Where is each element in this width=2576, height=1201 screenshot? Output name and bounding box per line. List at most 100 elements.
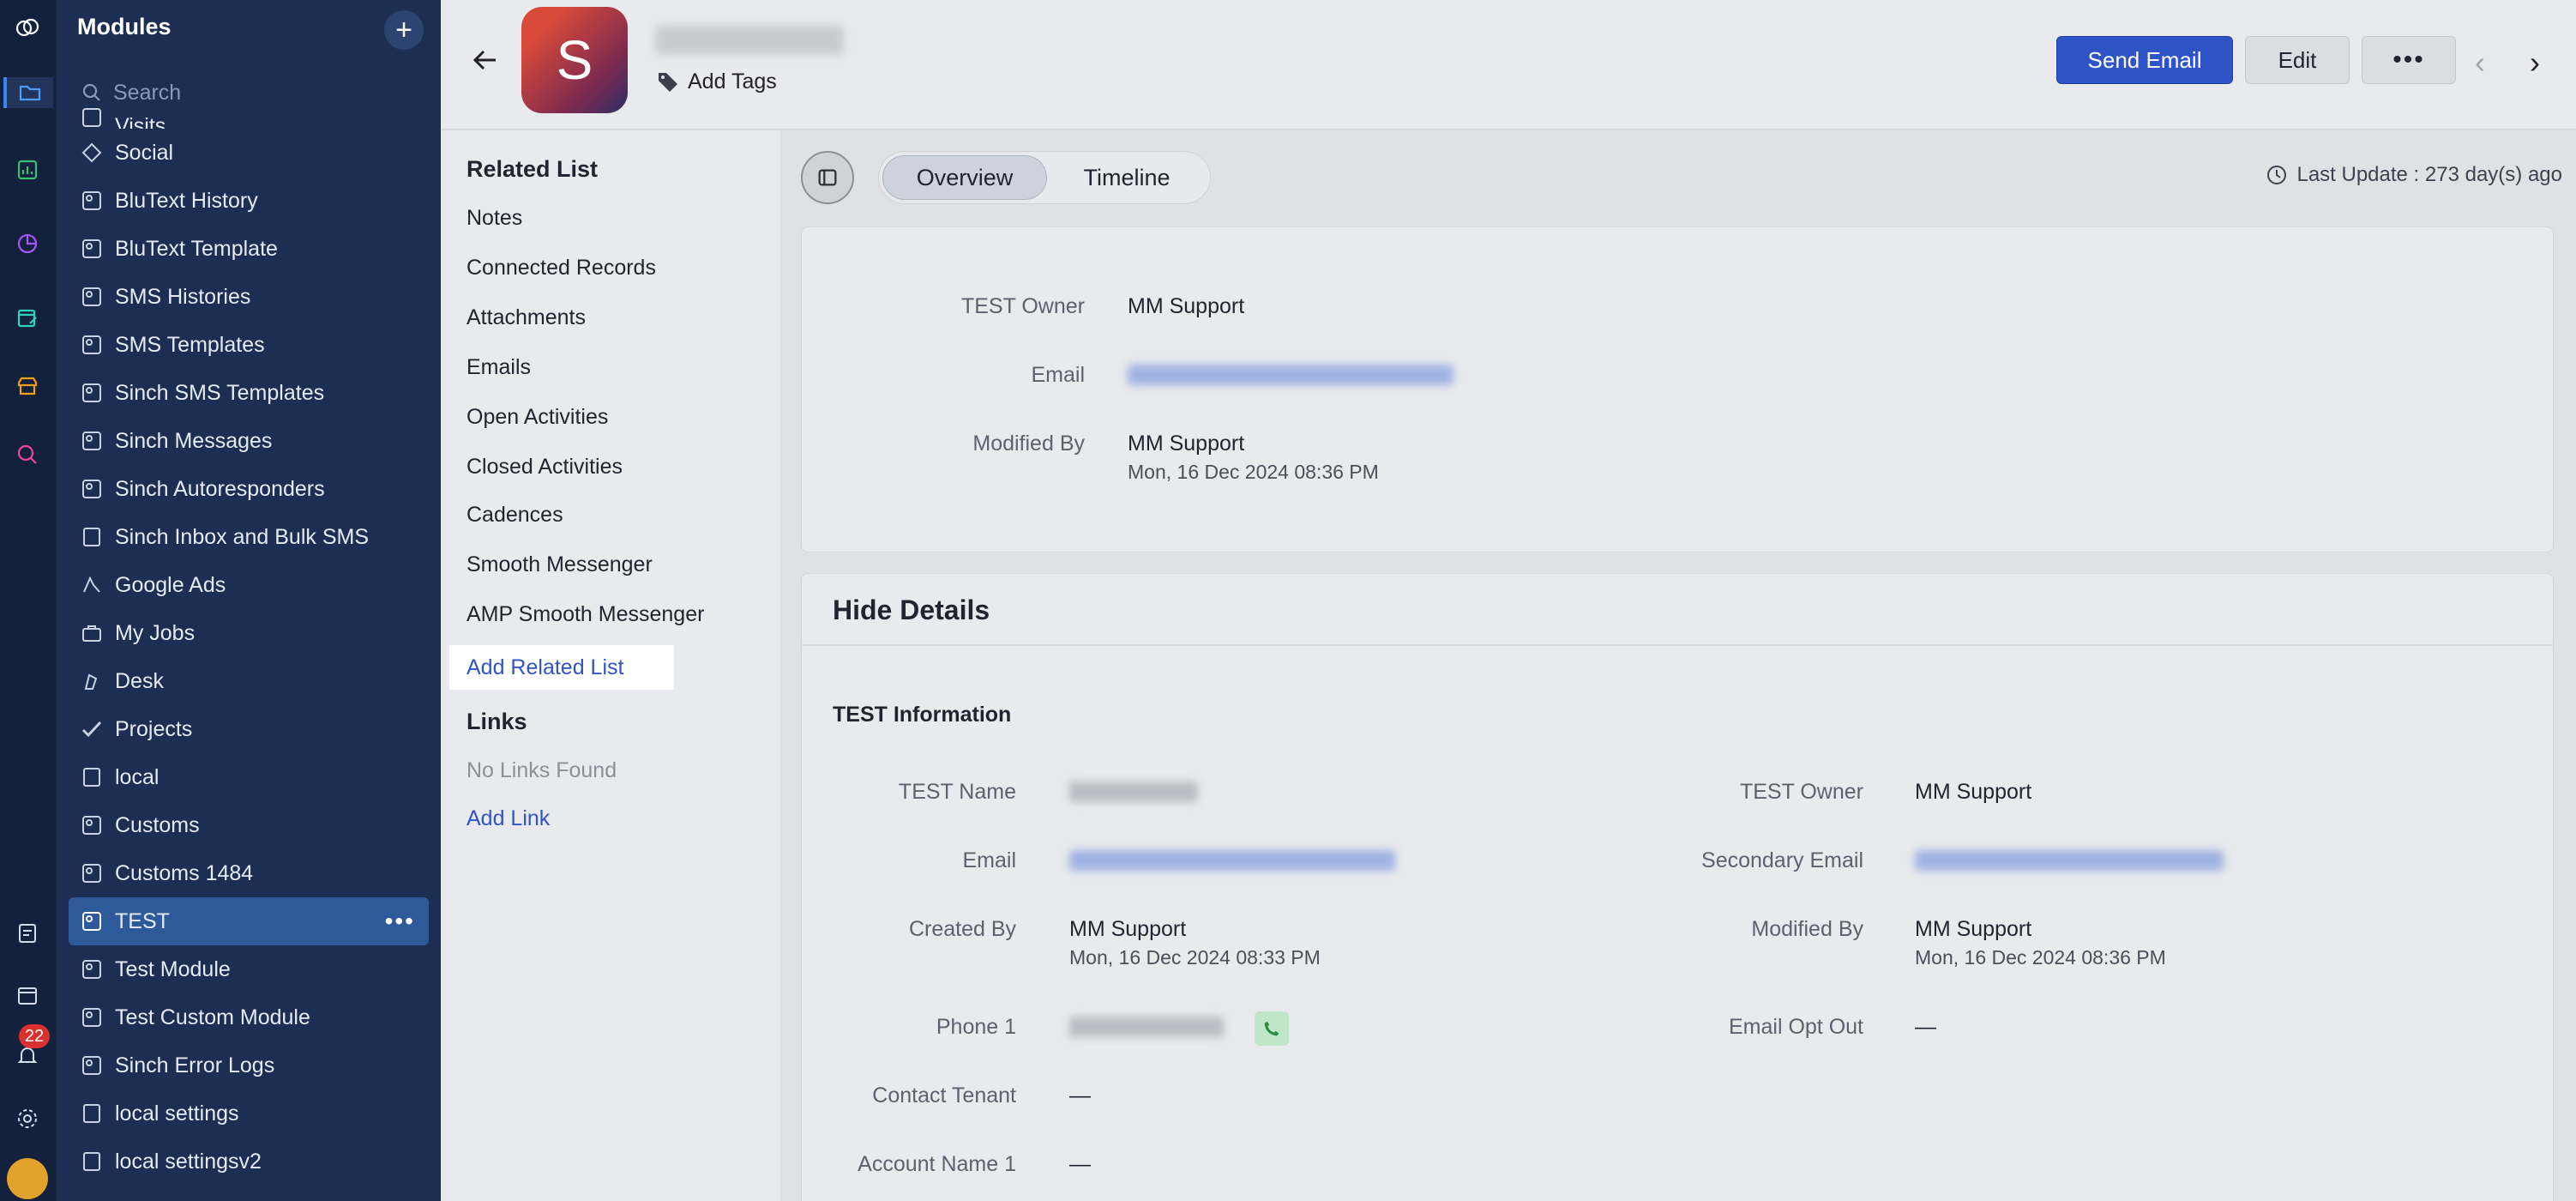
sidebar-item-label: Customs 1484 xyxy=(115,860,254,885)
add-link-link[interactable]: Add Link xyxy=(466,806,550,831)
related-item-open-activities[interactable]: Open Activities xyxy=(466,405,608,430)
created-by-value: MM Support xyxy=(1069,917,1187,941)
add-related-list-link[interactable]: Add Related List xyxy=(449,645,674,690)
settings-gear-icon[interactable] xyxy=(12,1103,43,1134)
sidebar-item-local-settings[interactable]: local settings xyxy=(69,1089,429,1138)
projects-check-icon xyxy=(81,721,102,738)
sidebar-item-sinch-messages[interactable]: Sinch Messages xyxy=(69,417,429,465)
email-label: Email xyxy=(962,848,1016,872)
overview-owner-value[interactable]: MM Support xyxy=(1128,294,1244,319)
sidebar-item-sms-templates[interactable]: SMS Templates xyxy=(69,321,429,369)
item-more-options-icon[interactable]: ••• xyxy=(385,908,415,935)
right-owner-value[interactable]: MM Support xyxy=(1915,780,2031,805)
right-modified-value: MM Support xyxy=(1915,917,2032,941)
marketplace-icon[interactable] xyxy=(12,371,43,401)
module-icon xyxy=(82,864,101,883)
sidebar-item-my-jobs[interactable]: My Jobs xyxy=(69,609,429,657)
edit-button[interactable]: Edit xyxy=(2245,36,2350,84)
module-icon xyxy=(82,239,101,258)
user-avatar[interactable] xyxy=(7,1158,48,1199)
back-arrow-icon[interactable] xyxy=(466,41,504,79)
add-module-button[interactable]: + xyxy=(384,10,424,50)
module-icon xyxy=(82,108,101,127)
sidebar-item-test-module[interactable]: Test Module xyxy=(69,945,429,993)
cloud-logo-icon[interactable] xyxy=(12,12,43,43)
sidebar-item-local-settingsv2[interactable]: local settingsv2 xyxy=(69,1138,429,1186)
calendar-edit-icon[interactable] xyxy=(12,302,43,333)
sidebar-item-blutext-history[interactable]: BluText History xyxy=(69,177,429,225)
sidebar-item-test-custom-module[interactable]: Test Custom Module xyxy=(69,993,429,1041)
sidebar-item-blutext-template[interactable]: BluText Template xyxy=(69,225,429,273)
secondary-email-value-redacted[interactable] xyxy=(1915,850,2224,871)
notification-badge: 22 xyxy=(19,1024,50,1048)
related-item-cadences[interactable]: Cadences xyxy=(466,503,563,528)
module-icon xyxy=(82,1056,101,1075)
app-rail: 22 xyxy=(0,0,57,1201)
sidebar-item-label: BluText Template xyxy=(115,236,278,261)
more-actions-button[interactable]: ••• xyxy=(2362,36,2456,84)
sidebar-item-local[interactable]: local xyxy=(69,753,429,801)
sidebar-item-sinch-inbox[interactable]: Sinch Inbox and Bulk SMS xyxy=(69,513,429,561)
sidebar-item-test[interactable]: TEST ••• xyxy=(69,897,429,945)
links-title: Links xyxy=(466,709,527,734)
previous-record-icon[interactable]: ‹ xyxy=(2475,45,2485,81)
send-email-button[interactable]: Send Email xyxy=(2056,36,2233,84)
related-item-amp-smooth-messenger[interactable]: AMP Smooth Messenger xyxy=(466,602,704,627)
sidebar-item-visits[interactable]: Visits xyxy=(69,103,429,129)
module-icon xyxy=(82,287,101,306)
contact-tenant-label: Contact Tenant xyxy=(872,1083,1016,1107)
related-item-attachments[interactable]: Attachments xyxy=(466,305,586,330)
search-insights-icon[interactable] xyxy=(12,439,43,470)
related-item-closed-activities[interactable]: Closed Activities xyxy=(466,455,623,480)
sidebar-item-desk[interactable]: Desk xyxy=(69,657,429,705)
add-tags-label: Add Tags xyxy=(688,69,777,94)
related-item-smooth-messenger[interactable]: Smooth Messenger xyxy=(466,552,653,577)
related-item-notes[interactable]: Notes xyxy=(466,206,522,231)
sidebar-item-label: Customs xyxy=(115,812,200,837)
overview-email-value-redacted[interactable] xyxy=(1128,365,1454,385)
hide-details-toggle[interactable]: Hide Details xyxy=(833,594,990,626)
related-item-emails[interactable]: Emails xyxy=(466,355,531,380)
email-value-redacted[interactable] xyxy=(1069,850,1395,871)
calendar-icon[interactable] xyxy=(12,980,43,1011)
panel-toggle-button[interactable] xyxy=(801,151,854,204)
created-by-label: Created By xyxy=(908,917,1016,941)
test-name-value-redacted[interactable] xyxy=(1069,782,1198,802)
sidebar-item-label: local settings xyxy=(115,1101,239,1126)
related-item-connected-records[interactable]: Connected Records xyxy=(466,256,656,281)
contact-tenant-value[interactable]: — xyxy=(1069,1083,1091,1108)
sidebar-item-sms-histories[interactable]: SMS Histories xyxy=(69,273,429,321)
sidebar-item-sinch-autoresponders[interactable]: Sinch Autoresponders xyxy=(69,465,429,513)
sidebar-item-sinch-sms-templates[interactable]: Sinch SMS Templates xyxy=(69,369,429,417)
task-list-icon[interactable] xyxy=(12,918,43,949)
created-by-time: Mon, 16 Dec 2024 08:33 PM xyxy=(1069,946,1321,969)
analytics-icon[interactable] xyxy=(12,154,43,185)
phone-value-redacted[interactable] xyxy=(1069,1017,1224,1037)
sidebar-item-projects[interactable]: Projects xyxy=(69,705,429,753)
overview-modified-label: Modified By xyxy=(972,432,1085,456)
sidebar-item-google-ads[interactable]: Google Ads xyxy=(69,561,429,609)
last-update: Last Update : 273 day(s) ago xyxy=(2266,163,2562,187)
briefcase-icon xyxy=(82,625,101,642)
tab-timeline[interactable]: Timeline xyxy=(1047,155,1207,200)
sidebar-item-label: Test Custom Module xyxy=(115,1005,310,1029)
tag-icon xyxy=(659,73,677,92)
sidebar-item-social[interactable]: Social xyxy=(69,129,429,177)
email-opt-out-value[interactable]: — xyxy=(1915,1015,1936,1040)
add-tags-button[interactable]: Add Tags xyxy=(655,69,777,94)
record-avatar: S xyxy=(521,7,628,113)
modules-folder-icon[interactable] xyxy=(3,77,53,108)
account-name-value[interactable]: — xyxy=(1069,1152,1091,1177)
tab-overview[interactable]: Overview xyxy=(882,155,1047,200)
reports-pie-icon[interactable] xyxy=(12,228,43,259)
phone-call-icon[interactable] xyxy=(1255,1011,1289,1046)
next-record-icon[interactable]: › xyxy=(2530,45,2540,81)
related-list-panel: Related List Notes Connected Records Att… xyxy=(441,130,782,1201)
sidebar-item-customs[interactable]: Customs xyxy=(69,801,429,849)
right-owner-label: TEST Owner xyxy=(1739,780,1863,804)
sidebar-item-label: local xyxy=(115,764,159,789)
sidebar-item-sinch-error-logs[interactable]: Sinch Error Logs xyxy=(69,1041,429,1089)
web-tab-icon xyxy=(83,1152,100,1171)
module-list: Visits Social BluText History BluText Te… xyxy=(69,103,429,1186)
sidebar-item-customs-1484[interactable]: Customs 1484 xyxy=(69,849,429,897)
